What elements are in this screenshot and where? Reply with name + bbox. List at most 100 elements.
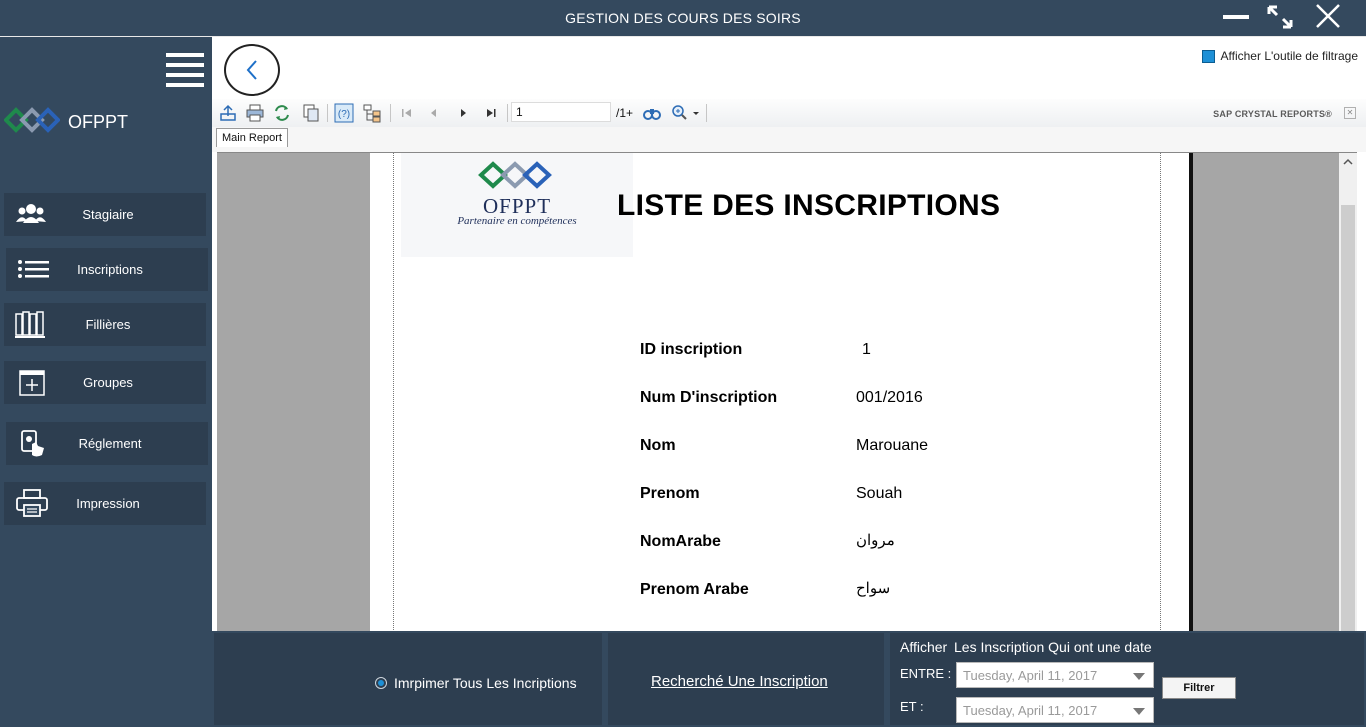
report-tabs: Main Report — [212, 127, 1366, 152]
sidebar-item-fillieres[interactable]: Fillières — [4, 303, 206, 346]
hamburger-line — [166, 73, 204, 77]
close-icon[interactable]: ✕ — [1344, 107, 1356, 119]
refresh-icon[interactable] — [272, 103, 292, 123]
brand-name: OFPPT — [68, 112, 129, 132]
field-label: ID inscription — [640, 341, 743, 358]
between-label: ENTRE : — [900, 666, 952, 681]
field-value: 001/2016 — [856, 389, 923, 406]
date-filter-panel: Afficher Les Inscription Qui ont une dat… — [890, 633, 1364, 725]
field-label: Nom — [640, 437, 676, 454]
print-all-radio[interactable]: Imrpimer Tous Les Incriptions — [375, 675, 577, 691]
print-icon[interactable] — [245, 103, 265, 123]
next-page-icon[interactable] — [453, 103, 473, 123]
search-panel: Recherché Une Inscription — [608, 633, 884, 725]
report-viewer: OFPPT Partenaire en compétences LISTE DE… — [217, 152, 1357, 632]
logo-tagline: Partenaire en compétences — [457, 215, 577, 227]
zoom-icon[interactable] — [670, 103, 704, 123]
hamburger-line — [166, 63, 204, 67]
report-title: LISTE DES INSCRIPTIONS — [617, 189, 1001, 222]
chevron-down-icon[interactable] — [1133, 708, 1145, 715]
hamburger-line — [166, 53, 204, 57]
vertical-scrollbar[interactable] — [1339, 153, 1357, 632]
minimize-button[interactable] — [1220, 4, 1252, 30]
maximize-button[interactable] — [1264, 4, 1296, 30]
main-panel: Afficher L'outile de filtrage (?) 1 /1+ … — [212, 37, 1366, 632]
filter-heading-text: Les Inscription Qui ont une date — [954, 639, 1152, 655]
first-page-icon[interactable] — [397, 103, 417, 123]
export-icon[interactable] — [218, 103, 238, 123]
sidebar-item-impression[interactable]: Impression — [4, 482, 206, 525]
toolbar-separator — [507, 104, 508, 122]
sidebar-item-reglement[interactable]: Réglement — [6, 422, 208, 465]
group-tree-icon[interactable] — [362, 103, 382, 123]
brand: OFPPT — [4, 101, 204, 139]
last-page-icon[interactable] — [481, 103, 501, 123]
bottom-bar: Imrpimer Tous Les Incriptions Recherché … — [212, 631, 1366, 727]
search-inscription-link[interactable]: Recherché Une Inscription — [651, 673, 828, 690]
filter-button[interactable]: Filtrer — [1162, 677, 1236, 699]
field-value: سواح — [856, 580, 891, 597]
sidebar: OFPPT Stagiaire Inscriptions Fillières G… — [0, 37, 210, 727]
toolbar-separator — [390, 104, 391, 122]
hamburger-line — [166, 83, 204, 87]
sidebar-item-label: Impression — [76, 496, 140, 511]
back-button[interactable] — [224, 44, 280, 96]
menu-toggle-button[interactable] — [166, 53, 204, 87]
sidebar-item-label: Stagiaire — [82, 207, 134, 222]
find-icon[interactable] — [642, 103, 662, 123]
help-icon[interactable]: (?) — [334, 103, 354, 123]
sidebar-item-inscriptions[interactable]: Inscriptions — [6, 248, 208, 291]
field-value: مروان — [856, 532, 895, 549]
field-value: Souah — [856, 485, 903, 502]
previous-page-icon[interactable] — [424, 103, 444, 123]
report-logo: OFPPT Partenaire en compétences — [401, 153, 633, 257]
date-from-value: Tuesday, April 11, 2017 — [963, 668, 1098, 683]
scrollbar-thumb[interactable] — [1341, 205, 1355, 632]
print-all-panel: Imrpimer Tous Les Incriptions — [214, 633, 602, 725]
field-label: Prenom — [640, 485, 700, 502]
and-label: ET : — [900, 699, 924, 714]
toolbar-separator — [327, 104, 328, 122]
date-to-picker[interactable]: Tuesday, April 11, 2017 — [956, 697, 1154, 723]
window-title: GESTION DES COURS DES SOIRS — [565, 10, 801, 26]
field-value: 1 — [862, 341, 871, 358]
field-value: Marouane — [856, 437, 929, 454]
sidebar-item-label: Groupes — [83, 375, 133, 390]
svg-text:(?): (?) — [338, 109, 350, 120]
close-button[interactable] — [1312, 4, 1344, 30]
print-all-label: Imrpimer Tous Les Incriptions — [394, 675, 577, 691]
radio-selected-icon[interactable] — [375, 677, 387, 689]
tab-main-report[interactable]: Main Report — [216, 128, 288, 147]
sidebar-item-label: Réglement — [78, 436, 142, 451]
date-from-picker[interactable]: Tuesday, April 11, 2017 — [956, 662, 1154, 688]
filter-tool-label: Afficher L'outile de filtrage — [1220, 49, 1358, 63]
report-toolbar: (?) 1 /1+ SAP CRYSTAL REPORTS® ✕ — [212, 99, 1366, 127]
minimize-icon — [1223, 15, 1249, 19]
field-label: Num D'inscription — [640, 389, 778, 406]
toolbar-separator — [706, 104, 707, 122]
title-bar: GESTION DES COURS DES SOIRS — [0, 0, 1366, 37]
sidebar-item-label: Fillières — [85, 317, 131, 332]
field-label: Prenom Arabe — [640, 581, 749, 598]
chevron-up-icon[interactable] — [1339, 153, 1357, 171]
checkbox-checked-icon[interactable] — [1201, 49, 1215, 63]
ofppt-logo-icon — [478, 161, 552, 189]
filter-tool-checkbox[interactable]: Afficher L'outile de filtrage — [1201, 49, 1358, 63]
chevron-left-icon — [246, 60, 257, 80]
field-label: NomArabe — [640, 533, 721, 550]
close-icon — [1316, 4, 1340, 28]
copy-icon[interactable] — [301, 103, 321, 123]
sidebar-item-label: Inscriptions — [77, 262, 143, 277]
report-page: OFPPT Partenaire en compétences LISTE DE… — [370, 153, 1193, 632]
sidebar-item-groupes[interactable]: Groupes — [4, 361, 206, 404]
page-total: /1+ — [616, 106, 634, 120]
date-to-value: Tuesday, April 11, 2017 — [963, 703, 1098, 718]
expand-icon — [1267, 5, 1293, 29]
page-number-input[interactable]: 1 — [511, 102, 611, 122]
chevron-down-icon[interactable] — [1133, 673, 1145, 680]
ofppt-logo-icon — [4, 107, 60, 133]
crystal-reports-brand: SAP CRYSTAL REPORTS® — [1213, 109, 1332, 119]
sidebar-item-stagiaire[interactable]: Stagiaire — [4, 193, 206, 236]
margin-guide — [1160, 153, 1161, 632]
filter-heading-show: Afficher — [900, 639, 948, 655]
